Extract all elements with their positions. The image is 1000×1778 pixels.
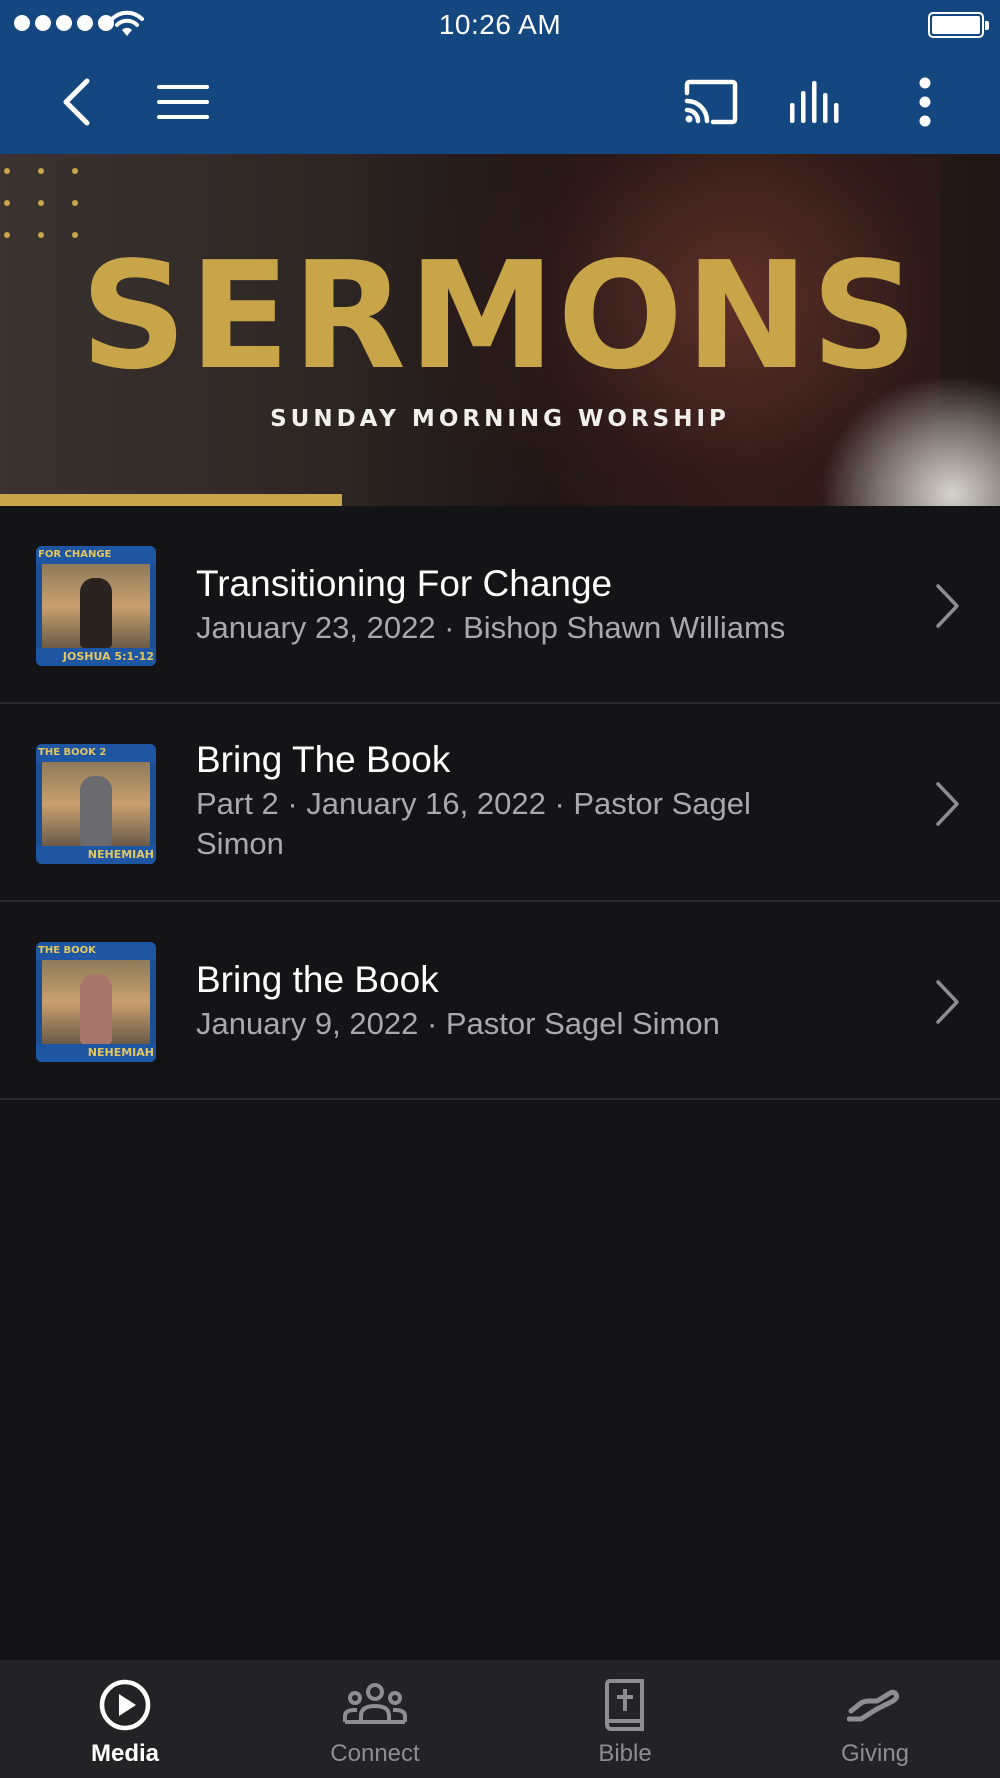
more-vertical-icon	[919, 77, 931, 127]
back-button[interactable]	[48, 70, 104, 134]
battery-icon	[928, 12, 989, 38]
chevron-right-icon	[936, 584, 959, 628]
tab-label: Media	[90, 1740, 159, 1767]
audio-bars-icon	[790, 81, 839, 123]
cast-button[interactable]	[676, 70, 746, 134]
sermon-subtitle: January 9, 2022 · Pastor Sagel Simon	[196, 1006, 720, 1041]
sermon-subtitle: Part 2 · January 16, 2022 · Pastor Sagel…	[196, 786, 751, 861]
sermon-row[interactable]: FOR CHANGE JOSHUA 5:1-12 Transitioning F…	[0, 506, 1000, 704]
status-time: 10:26 AM	[438, 9, 562, 40]
group-icon	[343, 1683, 407, 1724]
banner-dot-pattern	[4, 168, 106, 238]
sermon-thumbnail: THE BOOK 2 NEHEMIAH	[36, 744, 156, 864]
chevron-right-icon	[936, 782, 959, 826]
banner-accent-bar	[0, 494, 342, 506]
audio-button[interactable]	[782, 70, 852, 134]
sermon-list: FOR CHANGE JOSHUA 5:1-12 Transitioning F…	[0, 506, 1000, 1100]
tab-label: Bible	[598, 1740, 652, 1767]
tab-label: Giving	[840, 1740, 910, 1767]
play-circle-icon	[99, 1679, 151, 1731]
sermon-thumbnail: THE BOOK NEHEMIAH	[36, 942, 156, 1062]
tab-connect[interactable]: Connect	[250, 1660, 500, 1778]
nav-bar	[0, 50, 1000, 154]
signal-strength-icon	[14, 15, 114, 31]
tab-giving[interactable]: Giving	[750, 1660, 1000, 1778]
status-bar: 10:26 AM	[0, 0, 1000, 50]
sermon-subtitle: January 23, 2022 · Bishop Shawn Williams	[196, 610, 786, 645]
tab-bible[interactable]: Bible	[500, 1660, 750, 1778]
sermon-thumbnail: FOR CHANGE JOSHUA 5:1-12	[36, 546, 156, 666]
sermons-banner: SERMONS SUNDAY MORNING WORSHIP	[0, 154, 1000, 506]
wifi-icon	[110, 10, 144, 36]
menu-button[interactable]	[148, 70, 218, 134]
sermon-title: Bring The Book	[196, 739, 451, 780]
more-options-button[interactable]	[900, 70, 950, 134]
chevron-left-icon	[63, 78, 90, 126]
banner-subtitle: SUNDAY MORNING WORSHIP	[270, 406, 730, 432]
chevron-right-icon	[936, 980, 959, 1024]
sermon-row[interactable]: THE BOOK NEHEMIAH Bring the Book January…	[0, 902, 1000, 1100]
tab-bar: Media Connect Bible Giving	[0, 1660, 1000, 1778]
giving-hand-icon	[847, 1689, 900, 1722]
tab-media[interactable]: Media	[0, 1660, 250, 1778]
bible-icon	[605, 1679, 644, 1731]
banner-title: SERMONS	[80, 230, 920, 402]
sermon-title: Bring the Book	[196, 959, 439, 1000]
hamburger-menu-icon	[157, 85, 209, 119]
sermon-row[interactable]: THE BOOK 2 NEHEMIAH Bring The Book Part …	[0, 704, 1000, 902]
sermon-title: Transitioning For Change	[196, 563, 613, 604]
cast-icon	[684, 79, 738, 125]
tab-label: Connect	[330, 1740, 420, 1767]
